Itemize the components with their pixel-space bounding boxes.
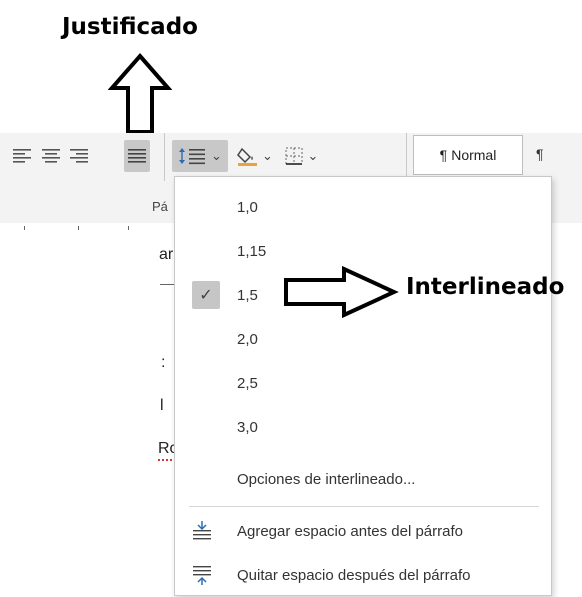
next-style-pilcrow[interactable]: ¶ — [536, 146, 544, 162]
ruler-tick — [128, 226, 129, 230]
ribbon-separator — [406, 133, 407, 181]
line-spacing-menu: 1,0 1,15 ✓ 1,5 2,0 2,5 3,0 Opciones de i… — [174, 176, 552, 596]
paint-bucket-icon — [237, 147, 258, 166]
menu-item-label: 2,0 — [237, 330, 258, 348]
pilcrow-icon: ¶ — [439, 147, 448, 163]
menu-item-label: Opciones de interlineado... — [237, 470, 416, 488]
remove-space-after-icon — [193, 566, 211, 585]
add-space-before-paragraph[interactable]: Agregar espacio antes del párrafo — [175, 509, 551, 553]
borders-icon — [285, 147, 303, 165]
ruler-tick — [78, 226, 79, 230]
borders-button[interactable]: ⌄ — [280, 140, 322, 172]
menu-item-label: 2,5 — [237, 374, 258, 392]
right-arrow-annotation — [284, 266, 399, 318]
shading-button[interactable]: ⌄ — [236, 140, 274, 172]
menu-item-label: Agregar espacio antes del párrafo — [237, 522, 463, 540]
paragraph-group-label: Pá — [152, 199, 168, 214]
document-text-fragment: ar — [159, 246, 174, 263]
document-text-fragment: l — [160, 397, 164, 414]
menu-item-label: 1,0 — [237, 198, 258, 216]
justify-button[interactable] — [124, 140, 150, 172]
menu-item-label: 1,15 — [237, 242, 267, 260]
justify-icon — [128, 149, 146, 163]
up-arrow-annotation — [108, 52, 172, 134]
line-spacing-icon — [179, 148, 206, 165]
line-spacing-button[interactable]: ⌄ — [172, 140, 228, 172]
justificado-annotation: Justificado — [62, 14, 198, 40]
align-right-button[interactable] — [66, 140, 92, 172]
style-normal[interactable]: ¶ Normal — [413, 135, 523, 175]
menu-item-2-0[interactable]: 2,0 — [175, 317, 551, 361]
menu-item-label: Quitar espacio después del párrafo — [237, 566, 471, 584]
menu-item-2-5[interactable]: 2,5 — [175, 361, 551, 405]
chevron-down-icon: ⌄ — [307, 148, 319, 163]
align-center-button[interactable] — [38, 140, 64, 172]
document-text-fragment: : — [161, 354, 166, 371]
menu-item-label: 1,5 — [237, 286, 258, 304]
checkmark-icon: ✓ — [192, 281, 220, 309]
ruler-tick — [24, 226, 25, 230]
menu-item-label: 3,0 — [237, 418, 258, 436]
menu-item-1-0[interactable]: 1,0 — [175, 185, 551, 229]
align-right-icon — [70, 149, 88, 163]
spelling-underline — [158, 457, 172, 461]
document-underline — [160, 284, 174, 285]
menu-item-3-0[interactable]: 3,0 — [175, 405, 551, 449]
align-center-icon — [42, 149, 60, 163]
remove-space-after-paragraph[interactable]: Quitar espacio después del párrafo — [175, 553, 551, 597]
align-left-icon — [13, 149, 31, 163]
align-left-button[interactable] — [9, 140, 35, 172]
style-name: Normal — [451, 147, 497, 163]
line-spacing-options[interactable]: Opciones de interlineado... — [175, 457, 551, 501]
interlineado-annotation: Interlineado — [406, 274, 565, 300]
ribbon-separator — [164, 133, 165, 181]
menu-separator — [189, 506, 539, 507]
chevron-down-icon: ⌄ — [262, 148, 273, 163]
chevron-down-icon: ⌄ — [211, 148, 222, 163]
add-space-before-icon — [193, 521, 211, 540]
